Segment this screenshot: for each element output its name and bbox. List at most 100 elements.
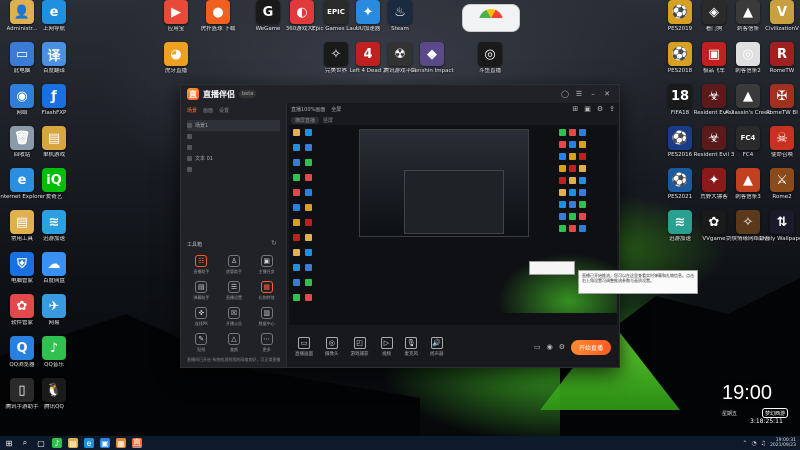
scene-eye-icon[interactable] — [187, 123, 192, 128]
left-desktop-icon[interactable]: 译百度翻译 — [32, 42, 76, 74]
preview-mini-icon — [569, 153, 576, 160]
top-desktop-icon[interactable]: ◕ 虎牙直播 — [154, 42, 198, 74]
left-desktop-icon[interactable]: ▤ 单机游戏 — [32, 126, 76, 158]
right-desktop-icon[interactable]: ☠ 使命召唤 — [760, 126, 800, 158]
tray-arrow-icon[interactable]: ⌃ — [742, 440, 747, 447]
toolbox-item[interactable]: ♙ 房管助手 — [218, 255, 251, 275]
toolbox-item[interactable]: ⋯ 更多 — [250, 333, 283, 353]
preview-mode-label[interactable]: 直播100%画面 — [291, 106, 325, 113]
source-button[interactable]: ▭ 直播画面 — [295, 337, 313, 357]
right-desktop-icon[interactable]: ⇅ Lively Wallpaper — [759, 210, 800, 242]
phone-game-icon: ▯ — [10, 378, 34, 402]
eye-icon[interactable]: ◉ — [547, 343, 553, 351]
taskbar-app-icon[interactable]: ▦ — [116, 438, 126, 448]
tool-label: 弹幕助手 — [193, 295, 210, 300]
source-button[interactable]: 🎙 麦克风 — [405, 337, 418, 357]
live-preview[interactable] — [289, 125, 617, 325]
main-toolbar: 直播100%画面 全屏 ⊞ ▣ ⚙ ⇪ — [287, 103, 619, 115]
settings-icon[interactable]: ⚙ — [597, 105, 603, 113]
taskbar-store-icon[interactable]: ▣ — [100, 438, 110, 448]
pes2021-icon: ⚽ — [668, 168, 692, 192]
game360-icon: ◐ — [290, 0, 314, 24]
source-button[interactable]: ▷ 视频 — [380, 337, 393, 357]
portrait-mode-button[interactable]: 竖屏 — [323, 117, 333, 124]
toolbox-item[interactable]: ☷ 直播助手 — [185, 255, 218, 275]
tab-settings[interactable]: 设置 — [219, 107, 229, 114]
performance-widget[interactable] — [462, 4, 520, 32]
avatar-icon[interactable]: ◯ — [559, 88, 571, 100]
scene-item[interactable]: 场景1 — [187, 120, 280, 131]
left-desktop-icon[interactable]: ƒ FlashFXP — [32, 84, 76, 116]
taskbar-edge-icon[interactable]: e — [84, 438, 94, 448]
minimize-icon[interactable]: – — [587, 88, 599, 100]
landscape-mode-button[interactable]: 横屏直播 — [291, 116, 320, 124]
scene-eye-icon[interactable] — [187, 145, 192, 150]
toolbox-item[interactable]: ▦ 礼物特效 — [250, 281, 283, 301]
scene-eye-icon[interactable] — [187, 167, 192, 172]
toolbox-item[interactable]: ▤ 弹幕助手 — [185, 281, 218, 301]
scene-item[interactable] — [187, 142, 280, 153]
scene-item[interactable] — [187, 164, 280, 175]
tray-clock[interactable]: 19:00:31 2021/09/23 — [770, 438, 796, 448]
preview-mini-icon — [569, 165, 576, 172]
gear-small-icon[interactable]: ⚙ — [559, 343, 565, 351]
left-desktop-icon[interactable]: ≋ 迅游加速 — [32, 210, 76, 242]
tab-scene[interactable]: 场景 — [187, 107, 197, 114]
scene-eye-icon[interactable] — [187, 156, 192, 161]
toolbox-item[interactable]: △ 美颜 — [218, 333, 251, 353]
source-button[interactable]: 🔊 扬声器 — [430, 337, 444, 357]
toolbox-item[interactable]: ✜ 连线PK — [185, 307, 218, 327]
taskbar-app-qqmusic-icon[interactable]: ♪ — [52, 438, 62, 448]
left-desktop-icon[interactable]: 🐧 腾讯QQ — [32, 378, 76, 410]
refresh-icon[interactable]: ↻ — [271, 239, 277, 247]
tab-picture[interactable]: 画面 — [203, 107, 213, 114]
camera-small-icon[interactable]: ▭ — [534, 343, 541, 351]
tool-label: 美颜 — [229, 347, 238, 352]
volume-tray-icon[interactable]: ♫ — [761, 440, 766, 447]
left-desktop-icon[interactable]: ✈ 网易 — [32, 294, 76, 326]
tool-icon: ▣ — [260, 255, 273, 267]
windows-start-icon[interactable]: ⊞ — [4, 438, 14, 448]
chat-icon[interactable]: ▣ — [584, 105, 591, 113]
close-icon[interactable]: ✕ — [601, 88, 613, 100]
toolbox-item[interactable]: ☰ 直播设置 — [218, 281, 251, 301]
source-button[interactable]: ◎ 摄像头 — [325, 337, 339, 357]
desktop-icon-label: Steam — [391, 26, 409, 32]
menu-icon[interactable]: ☰ — [573, 88, 585, 100]
start-live-button[interactable]: 开始直播 — [570, 339, 611, 355]
top-desktop-icon[interactable]: ♨ Steam — [378, 0, 422, 32]
scene-item[interactable] — [187, 131, 280, 142]
app-sidebar: 场景 画面 设置 场景1 文本 01 工具箱 ↻ ☷ 直播助手 ♙ 房管助手 ▣ 主播任务 ▤… — [181, 103, 287, 367]
preview-mini-icon — [579, 177, 586, 184]
toolbox-item[interactable]: ▣ 主播任务 — [250, 255, 283, 275]
task-view-icon[interactable]: ▢ — [36, 438, 46, 448]
right-desktop-icon[interactable]: R RomeTW — [760, 42, 800, 74]
taskbar-live-companion-icon[interactable]: 直 — [132, 438, 142, 448]
douyu-icon: ◎ — [478, 42, 502, 66]
right-desktop-icon[interactable]: ⚔ Rome2 — [760, 168, 800, 200]
gift-icon[interactable]: ⊞ — [572, 105, 578, 113]
live-companion-window: 直 直播伴侣 beta ◯ ☰ – ✕ 场景 画面 设置 场景1 文本 01 工具… — [180, 84, 620, 368]
search-icon[interactable]: ⌕ — [20, 438, 30, 448]
source-button[interactable]: ◰ 游戏捕获 — [351, 337, 369, 357]
toolbox-item[interactable]: ✎ 贴纸 — [185, 333, 218, 353]
left-desktop-icon[interactable]: ♪ QQ音乐 — [32, 336, 76, 368]
right-desktop-icon[interactable]: V CivilizationV — [760, 0, 800, 32]
fullscreen-label[interactable]: 全屏 — [331, 106, 341, 113]
top-desktop-icon[interactable]: ◆ Genshin Impact — [410, 42, 454, 74]
taskbar-explorer-icon[interactable]: ▤ — [68, 438, 78, 448]
left-desktop-icon[interactable]: iQ 爱奇艺 — [32, 168, 76, 200]
left-desktop-icon[interactable]: e 上网导航 — [32, 0, 76, 32]
scene-item[interactable]: 文本 01 — [187, 153, 280, 164]
right-desktop-icon[interactable]: ✠ RomeTW BI — [760, 84, 800, 116]
network-tray-icon[interactable]: ◔ — [751, 440, 756, 447]
scene-eye-icon[interactable] — [187, 134, 192, 139]
top-desktop-icon[interactable]: ▶ 应用宝 — [154, 0, 198, 32]
toolbox-item[interactable]: ▥ 数据中心 — [250, 307, 283, 327]
left-desktop-icon[interactable]: ☁ 百度网盘 — [32, 252, 76, 284]
toolbox-item[interactable]: ☒ 开播公告 — [218, 307, 251, 327]
top-desktop-icon[interactable]: ● 虎扑篮球 下载 — [196, 0, 240, 32]
share-icon[interactable]: ⇪ — [609, 105, 615, 113]
top-desktop-icon[interactable]: ◎ 斗鱼直播 — [468, 42, 512, 74]
preview-mini-icon — [579, 141, 586, 148]
